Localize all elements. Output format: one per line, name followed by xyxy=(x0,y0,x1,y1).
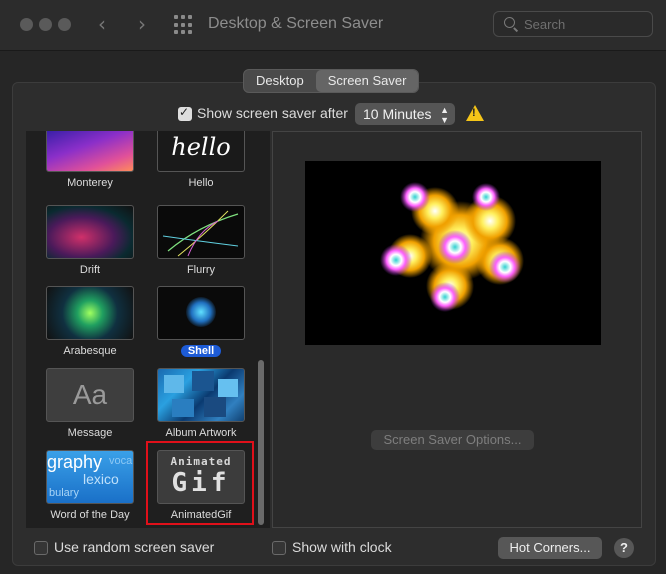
search-field[interactable] xyxy=(493,11,653,37)
word-thumb-text-4: voca xyxy=(109,455,133,467)
album-artwork-thumbnail xyxy=(157,368,245,422)
saver-label: Message xyxy=(67,427,113,439)
zoom-window-button[interactable] xyxy=(58,18,71,31)
forward-chevron-icon[interactable]: › xyxy=(138,12,146,36)
show-with-clock-checkbox[interactable] xyxy=(272,541,286,555)
search-icon xyxy=(504,17,515,28)
back-chevron-icon[interactable]: ‹ xyxy=(98,12,106,36)
saver-message[interactable]: Aa Message xyxy=(40,368,140,439)
window-title: Desktop & Screen Saver xyxy=(208,15,384,32)
random-screen-saver-label: Use random screen saver xyxy=(54,539,215,555)
close-window-button[interactable] xyxy=(20,18,33,31)
message-thumb-text: Aa xyxy=(72,379,108,410)
saver-monterey[interactable]: Monterey xyxy=(40,131,140,189)
show-screen-saver-checkbox[interactable] xyxy=(178,105,192,121)
minimize-window-button[interactable] xyxy=(39,18,52,31)
list-scrollbar[interactable] xyxy=(258,360,264,525)
show-after-popup[interactable]: 10 Minutes ▲ ▼ xyxy=(355,103,455,125)
shell-preview-image xyxy=(380,182,524,312)
tab-segmented-control: Desktop Screen Saver xyxy=(243,69,420,93)
highlight-box xyxy=(146,441,254,525)
show-with-clock-label: Show with clock xyxy=(292,539,392,555)
tab-screen-saver[interactable]: Screen Saver xyxy=(315,70,419,92)
saver-label: Hello xyxy=(188,177,214,189)
saver-drift[interactable]: Drift xyxy=(40,205,140,276)
monterey-thumbnail xyxy=(46,131,134,172)
saver-arabesque[interactable]: Arabesque xyxy=(40,286,140,357)
saver-hello[interactable]: hello Hello xyxy=(151,131,251,189)
drift-thumbnail xyxy=(46,205,134,259)
warning-icon[interactable]: ! xyxy=(466,105,484,121)
screen-saver-options-button[interactable]: Screen Saver Options... xyxy=(371,430,534,450)
saver-flurry[interactable]: Flurry xyxy=(151,205,251,276)
saver-word-of-the-day[interactable]: graphy voca lexico bulary Word of the Da… xyxy=(40,450,140,521)
popup-arrows-icon: ▲ ▼ xyxy=(440,105,449,125)
message-thumbnail: Aa xyxy=(46,368,134,422)
word-thumb-text-2: lexico xyxy=(83,471,119,487)
saver-label: Shell xyxy=(180,345,222,357)
word-thumb-text-3: bulary xyxy=(49,487,79,499)
word-thumb-text: graphy xyxy=(47,452,103,472)
saver-label: Word of the Day xyxy=(50,509,130,521)
saver-label: Flurry xyxy=(186,264,216,276)
saver-label: Arabesque xyxy=(63,345,117,357)
tab-desktop[interactable]: Desktop xyxy=(244,70,316,92)
show-screen-saver-label: Show screen saver after xyxy=(197,105,348,121)
search-input[interactable] xyxy=(524,15,644,33)
hot-corners-button[interactable]: Hot Corners... xyxy=(498,537,602,559)
saver-label: Album Artwork xyxy=(165,427,237,439)
shell-thumbnail xyxy=(157,286,245,340)
screen-saver-preview xyxy=(305,161,601,345)
show-after-value: 10 Minutes xyxy=(363,106,432,122)
saver-label: Drift xyxy=(79,264,101,276)
saver-label: Monterey xyxy=(67,177,113,189)
hello-thumbnail: hello xyxy=(157,131,245,172)
help-button[interactable]: ? xyxy=(614,538,634,558)
saver-album-artwork[interactable]: Album Artwork xyxy=(151,368,251,439)
show-all-grid-icon[interactable] xyxy=(174,15,194,35)
flurry-strands-icon xyxy=(162,210,239,257)
arabesque-thumbnail xyxy=(46,286,134,340)
random-screen-saver-checkbox[interactable] xyxy=(34,541,48,555)
word-of-the-day-thumbnail: graphy voca lexico bulary xyxy=(46,450,134,504)
saver-shell[interactable]: Shell xyxy=(151,286,251,359)
title-bar: ‹ › Desktop & Screen Saver xyxy=(0,0,666,51)
shell-glow-icon xyxy=(186,297,216,327)
flurry-thumbnail xyxy=(157,205,245,259)
hello-thumb-text: hello xyxy=(171,133,231,161)
